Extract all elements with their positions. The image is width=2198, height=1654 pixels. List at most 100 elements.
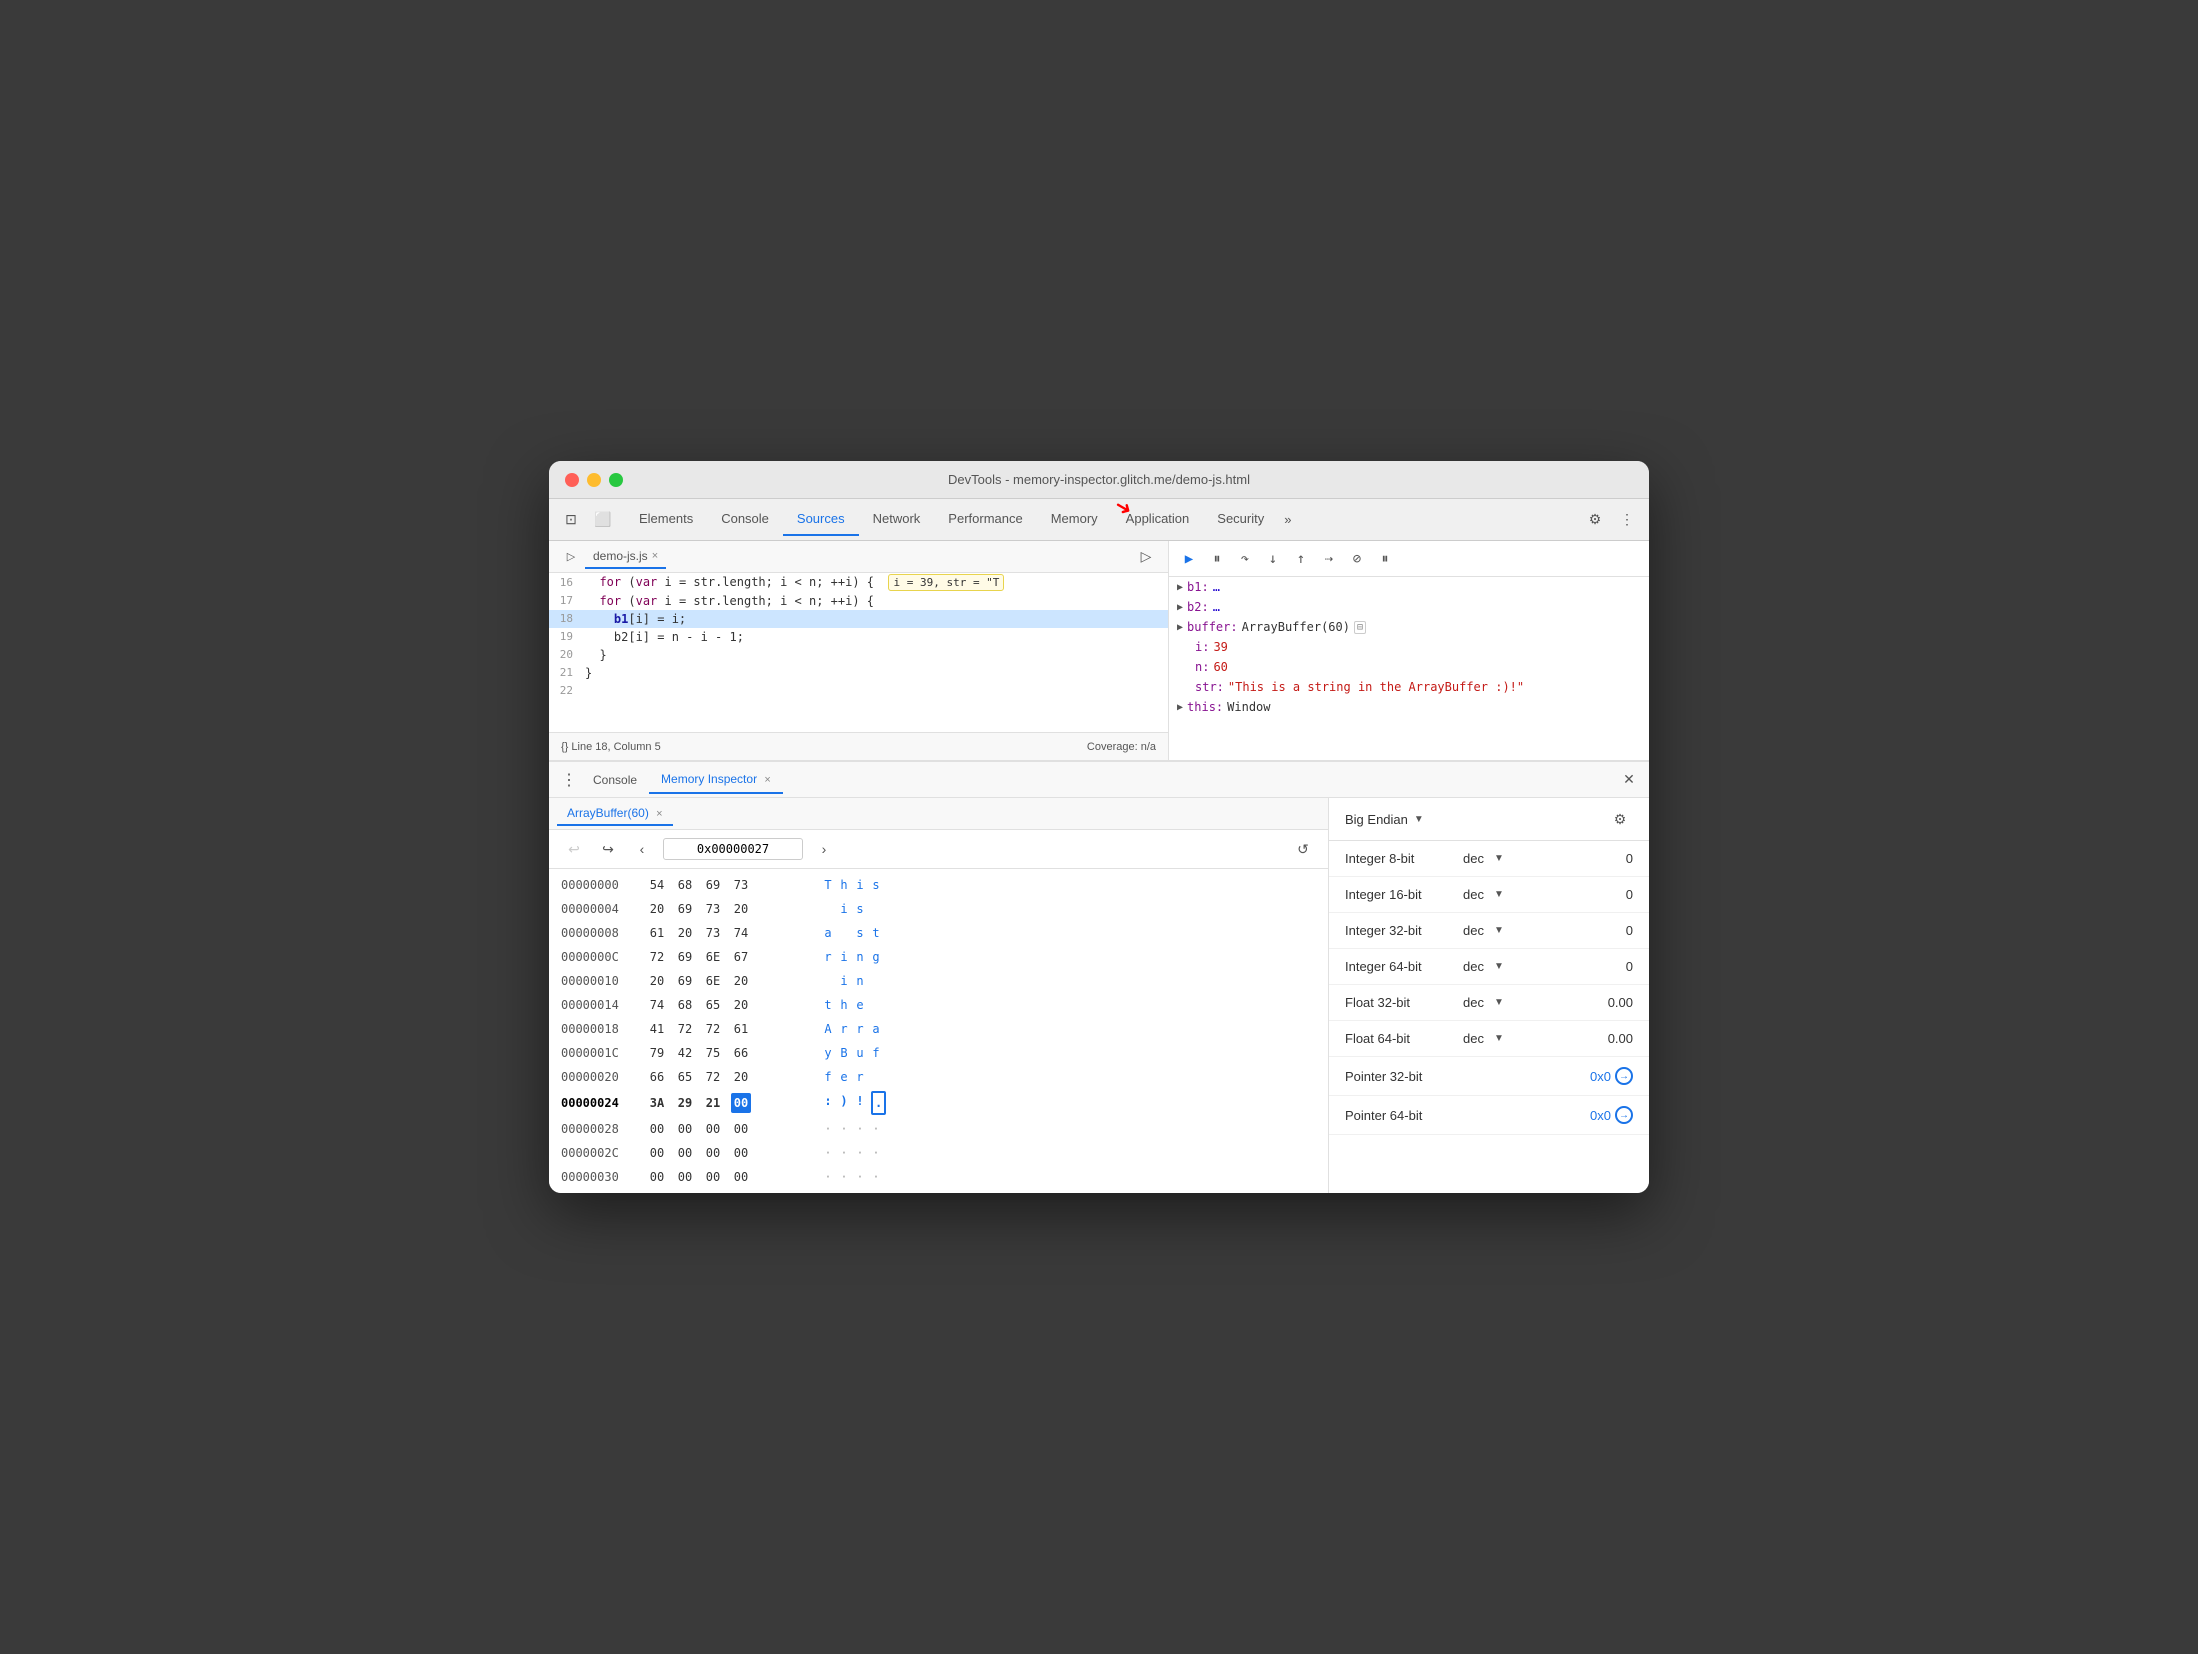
settings-gear-icon[interactable]: ⚙ (1581, 506, 1609, 534)
ptr64-value[interactable]: 0x0 → (1590, 1106, 1633, 1124)
hex-row-6: 00000018 41 72 72 61 Arra (549, 1017, 1328, 1041)
tab-console-bottom[interactable]: Console (581, 767, 649, 793)
pause-btn[interactable]: ⏸ (1205, 547, 1229, 571)
tab-console[interactable]: Console (707, 503, 783, 536)
scope-key-str: str: (1195, 680, 1224, 694)
int64-type[interactable]: dec (1463, 959, 1484, 974)
tab-memory[interactable]: Memory ➜ (1037, 503, 1112, 536)
file-tab-close-btn[interactable]: × (652, 550, 658, 562)
panel-close-btn[interactable]: ✕ (1617, 768, 1641, 792)
hex-ascii-12: ···· (823, 1167, 881, 1187)
int32-label: Integer 32-bit (1345, 923, 1455, 938)
scope-item-this[interactable]: ▶ this: Window (1169, 697, 1649, 717)
file-tab-demo-js[interactable]: demo-js.js × (585, 545, 666, 569)
ptr64-label: Pointer 64-bit (1345, 1108, 1455, 1123)
hex-addr-6: 00000018 (561, 1019, 631, 1039)
int16-value: 0 (1626, 887, 1633, 902)
tab-memory-inspector-label: Memory Inspector (661, 772, 757, 786)
ptr32-navigate-icon[interactable]: → (1615, 1067, 1633, 1085)
int8-type[interactable]: dec (1463, 851, 1484, 866)
int8-type-arrow: ▼ (1494, 853, 1504, 864)
arraybuffer-tab-close[interactable]: × (656, 808, 662, 820)
hex-ascii-3: ring (823, 947, 881, 967)
buffer-memory-icon: ⊟ (1354, 621, 1366, 634)
window-title: DevTools - memory-inspector.glitch.me/de… (948, 472, 1250, 487)
ptr64-navigate-icon[interactable]: → (1615, 1106, 1633, 1124)
pause-exception-btn[interactable]: ⏸ (1373, 547, 1397, 571)
hex-bytes-4: 20 69 6E 20 (647, 971, 807, 991)
tab-security[interactable]: Security (1203, 503, 1278, 536)
step-out-btn[interactable]: ↑ (1289, 547, 1313, 571)
int8-value: 0 (1626, 851, 1633, 866)
more-options-icon[interactable]: ⋮ (1613, 506, 1641, 534)
ptr32-value[interactable]: 0x0 → (1590, 1067, 1633, 1085)
nav-prev-btn[interactable]: ‹ (629, 836, 655, 862)
nav-forward-btn[interactable]: ↪ (595, 836, 621, 862)
step-over-btn[interactable]: ↷ (1233, 547, 1257, 571)
tab-performance[interactable]: Performance (934, 503, 1036, 536)
scope-item-i[interactable]: i: 39 (1169, 637, 1649, 657)
minimize-button[interactable] (587, 473, 601, 487)
scope-val-b1: … (1213, 580, 1220, 594)
float64-type[interactable]: dec (1463, 1031, 1484, 1046)
float32-value: 0.00 (1608, 995, 1633, 1010)
memory-tab-bar: ArrayBuffer(60) × (549, 798, 1328, 830)
scope-item-n[interactable]: n: 60 (1169, 657, 1649, 677)
devtools-body: ▷ demo-js.js × ▷ 16 for (var i = str.len… (549, 541, 1649, 1193)
hex-row-4: 00000010 20 69 6E 20 in (549, 969, 1328, 993)
step-btn[interactable]: ⇢ (1317, 547, 1341, 571)
run-icon[interactable]: ▷ (557, 543, 585, 571)
nav-next-btn[interactable]: › (811, 836, 837, 862)
interpreter-settings-btn[interactable]: ⚙ (1607, 806, 1633, 832)
value-row-float32: Float 32-bit dec ▼ 0.00 (1329, 985, 1649, 1021)
hex-bytes-9: 3A 29 21 00 (647, 1093, 807, 1113)
file-tab-icons: ▷ (1132, 543, 1160, 571)
int32-type[interactable]: dec (1463, 923, 1484, 938)
scope-item-str[interactable]: str: "This is a string in the ArrayBuffe… (1169, 677, 1649, 697)
tab-sources[interactable]: Sources (783, 503, 859, 536)
device-icon[interactable]: ⬜ (589, 506, 617, 534)
hex-bytes-11: 00 00 00 00 (647, 1143, 807, 1163)
endian-select[interactable]: Big Endian ▼ (1345, 812, 1424, 827)
tab-network[interactable]: Network (859, 503, 935, 536)
float32-type[interactable]: dec (1463, 995, 1484, 1010)
address-input[interactable] (663, 838, 803, 860)
format-icon[interactable]: ▷ (1132, 543, 1160, 571)
resume-btn[interactable]: ▶ (1177, 547, 1201, 571)
arraybuffer-tab[interactable]: ArrayBuffer(60) × (557, 802, 673, 826)
inspector-icon[interactable]: ⊡ (557, 506, 585, 534)
endian-label: Big Endian (1345, 812, 1408, 827)
hex-row-3: 0000000C 72 69 6E 67 ring (549, 945, 1328, 969)
devtools-window: DevTools - memory-inspector.glitch.me/de… (549, 461, 1649, 1193)
refresh-btn[interactable]: ↺ (1290, 836, 1316, 862)
value-row-ptr64: Pointer 64-bit 0x0 → (1329, 1096, 1649, 1135)
code-line-18: 18 b1[i] = i; (549, 610, 1168, 628)
maximize-button[interactable] (609, 473, 623, 487)
more-tabs-button[interactable]: » (1278, 504, 1297, 535)
hex-ascii-10: ···· (823, 1119, 881, 1139)
deactivate-btn[interactable]: ⊘ (1345, 547, 1369, 571)
value-interpreter-panel: Big Endian ▼ ⚙ Integer 8-bit dec ▼ 0 (1329, 798, 1649, 1193)
hex-ascii-0: This (823, 875, 881, 895)
scope-item-b1[interactable]: ▶ b1: … (1169, 577, 1649, 597)
tab-memory-inspector[interactable]: Memory Inspector × (649, 766, 783, 794)
float32-type-arrow: ▼ (1494, 997, 1504, 1008)
hex-ascii-9: :)!. (823, 1091, 886, 1115)
hex-row-1: 00000004 20 69 73 20 is (549, 897, 1328, 921)
line-num-22: 22 (553, 682, 585, 700)
sources-area: ▷ demo-js.js × ▷ 16 for (var i = str.len… (549, 541, 1649, 761)
tab-memory-inspector-close[interactable]: × (764, 774, 770, 786)
close-button[interactable] (565, 473, 579, 487)
scope-item-buffer[interactable]: ▶ buffer: ArrayBuffer(60) ⊟ (1169, 617, 1649, 637)
memory-hex-view: 00000000 54 68 69 73 This (549, 869, 1328, 1193)
endian-bar: Big Endian ▼ ⚙ (1329, 798, 1649, 841)
int16-type[interactable]: dec (1463, 887, 1484, 902)
nav-back-btn[interactable]: ↩ (561, 836, 587, 862)
scope-key-i: i: (1195, 640, 1209, 654)
scope-item-b2[interactable]: ▶ b2: … (1169, 597, 1649, 617)
int16-label: Integer 16-bit (1345, 887, 1455, 902)
panel-dots-menu[interactable]: ⋮ (557, 768, 581, 792)
tab-elements[interactable]: Elements (625, 503, 707, 536)
step-into-btn[interactable]: ↓ (1261, 547, 1285, 571)
hex-row-8: 00000020 66 65 72 20 fer (549, 1065, 1328, 1089)
